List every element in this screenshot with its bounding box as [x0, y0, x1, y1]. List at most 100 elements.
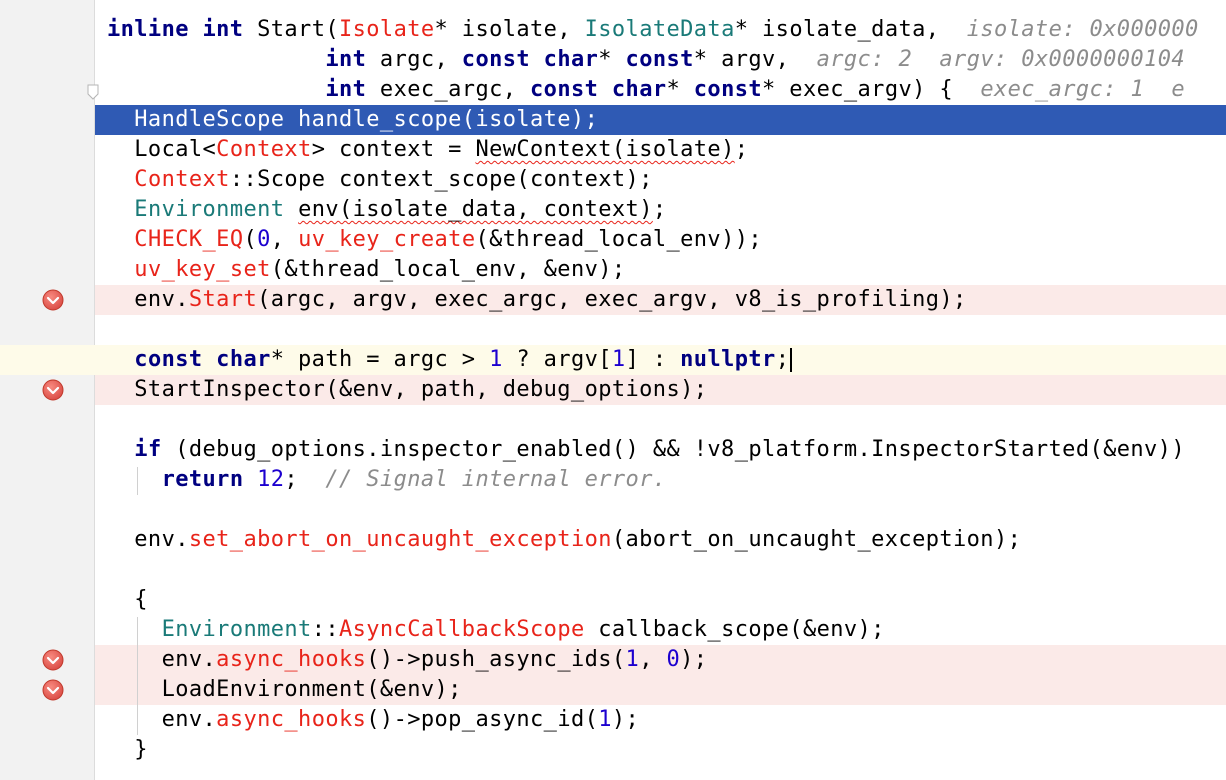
- code-token: 1: [611, 347, 626, 372]
- breakpoint-icon[interactable]: [42, 289, 64, 311]
- code-token: *: [666, 77, 694, 102]
- code-token: ? argv[: [502, 347, 612, 372]
- code-text: int argc, const char* const* argv, argc:…: [107, 45, 1185, 75]
- code-token: IsolateData: [584, 17, 735, 42]
- code-line[interactable]: }: [0, 735, 1226, 765]
- code-token: Environment: [161, 617, 312, 642]
- code-token: Context: [134, 167, 230, 192]
- code-line[interactable]: HandleScope handle_scope(isolate);: [0, 105, 1226, 135]
- code-token: env.: [107, 647, 217, 672]
- code-token: env.: [107, 287, 189, 312]
- code-line[interactable]: Environment::AsyncCallbackScope callback…: [0, 615, 1226, 645]
- code-token: set_abort_on_uncaught_exception: [188, 527, 612, 552]
- code-line[interactable]: int argc, const char* const* argv, argc:…: [0, 45, 1226, 75]
- code-text: if (debug_options.inspector_enabled() &&…: [107, 435, 1185, 465]
- code-token: (abort_on_uncaught_exception);: [611, 527, 1022, 552]
- code-token: * isolate,: [434, 17, 585, 42]
- code-token: > context =: [311, 137, 476, 162]
- code-text: env.async_hooks()->pop_async_id(1);: [107, 705, 639, 735]
- code-token: {: [107, 587, 148, 612]
- code-line[interactable]: int exec_argc, const char* const* exec_a…: [0, 75, 1226, 105]
- code-text: Environment::AsyncCallbackScope callback…: [107, 615, 885, 645]
- code-token: uv_key_create: [298, 227, 476, 252]
- code-text: env.set_abort_on_uncaught_exception(abor…: [107, 525, 1021, 555]
- code-token: async_hooks: [216, 707, 367, 732]
- breakpoint-icon[interactable]: [42, 649, 64, 671]
- code-token: Start: [188, 287, 258, 312]
- code-line[interactable]: [0, 405, 1226, 435]
- code-token: (debug_options.inspector_enabled() && !v…: [161, 437, 1185, 462]
- code-text: StartInspector(&env, path, debug_options…: [107, 375, 707, 405]
- indent-guide: [137, 467, 138, 495]
- code-line[interactable]: [0, 315, 1226, 345]
- code-text: uv_key_set(&thread_local_env, &env);: [107, 255, 626, 285]
- code-text: int exec_argc, const char* const* exec_a…: [107, 75, 1185, 105]
- code-line[interactable]: [0, 555, 1226, 585]
- code-token: const char: [134, 347, 271, 372]
- code-line[interactable]: Local<Context> context = NewContext(isol…: [0, 135, 1226, 165]
- code-token: ;: [652, 197, 667, 222]
- code-line[interactable]: inline int Start(Isolate* isolate, Isola…: [0, 15, 1226, 45]
- code-token: env.: [107, 707, 217, 732]
- code-token: );: [611, 707, 640, 732]
- code-token: callback_scope(&env);: [584, 617, 885, 642]
- code-token: Start(: [257, 17, 339, 42]
- code-line[interactable]: env.set_abort_on_uncaught_exception(abor…: [0, 525, 1226, 555]
- inline-debug-value: exec_argc: 1 e: [980, 77, 1186, 102]
- code-token: ;: [734, 137, 749, 162]
- breakpoint-icon[interactable]: [42, 379, 64, 401]
- code-token: return: [161, 467, 244, 492]
- code-token: 1: [625, 647, 640, 672]
- code-token: ::Scope context_scope(context);: [229, 167, 653, 192]
- code-line[interactable]: env.async_hooks()->pop_async_id(1);: [0, 705, 1226, 735]
- code-line[interactable]: uv_key_set(&thread_local_env, &env);: [0, 255, 1226, 285]
- inline-debug-value: argc: 2 argv: 0x0000000104: [816, 47, 1186, 72]
- code-token: const: [693, 77, 763, 102]
- code-line-breakpoint[interactable]: env.async_hooks()->push_async_ids(1, 0);: [0, 645, 1226, 675]
- code-token: CHECK_EQ: [134, 227, 244, 252]
- code-token: * isolate_data,: [734, 17, 967, 42]
- code-token: 1: [598, 707, 612, 732]
- code-line[interactable]: CHECK_EQ(0, uv_key_create(&thread_local_…: [0, 225, 1226, 255]
- code-token: );: [680, 647, 708, 672]
- code-text: LoadEnvironment(&env);: [107, 675, 462, 705]
- code-token: 0: [257, 227, 271, 252]
- code-line-breakpoint[interactable]: env.Start(argc, argv, exec_argc, exec_ar…: [0, 285, 1226, 315]
- code-token: * argv,: [693, 47, 817, 72]
- code-line-breakpoint[interactable]: LoadEnvironment(&env);: [0, 675, 1226, 705]
- code-token: (&thread_local_env));: [475, 227, 763, 252]
- code-editor[interactable]: inline int Start(Isolate* isolate, Isola…: [0, 0, 1226, 780]
- code-token: const char: [461, 47, 599, 72]
- code-token: ;: [775, 347, 790, 372]
- code-line[interactable]: [0, 495, 1226, 525]
- code-text: return 12; // Signal internal error.: [107, 465, 667, 495]
- code-token: Context: [216, 137, 312, 162]
- code-token: ,: [639, 647, 667, 672]
- code-token: }: [107, 737, 148, 762]
- code-token: async_hooks: [216, 647, 367, 672]
- code-token: if: [134, 437, 162, 462]
- code-text: {: [107, 585, 148, 615]
- breakpoint-icon[interactable]: [42, 679, 64, 701]
- code-line[interactable]: Context::Scope context_scope(context);: [0, 165, 1226, 195]
- code-line-current[interactable]: const char* path = argc > 1 ? argv[1] : …: [0, 345, 1226, 375]
- code-line[interactable]: Environment env(isolate_data, context);: [0, 195, 1226, 225]
- code-line[interactable]: {: [0, 585, 1226, 615]
- code-token: * path = argc >: [270, 347, 490, 372]
- code-token: Local<: [107, 137, 217, 162]
- code-token: env.: [107, 527, 189, 552]
- code-line-breakpoint[interactable]: StartInspector(&env, path, debug_options…: [0, 375, 1226, 405]
- code-token: AsyncCallbackScope: [339, 617, 585, 642]
- code-line[interactable]: return 12; // Signal internal error.: [0, 465, 1226, 495]
- indent-guide: [137, 617, 138, 735]
- code-line[interactable]: if (debug_options.inspector_enabled() &&…: [0, 435, 1226, 465]
